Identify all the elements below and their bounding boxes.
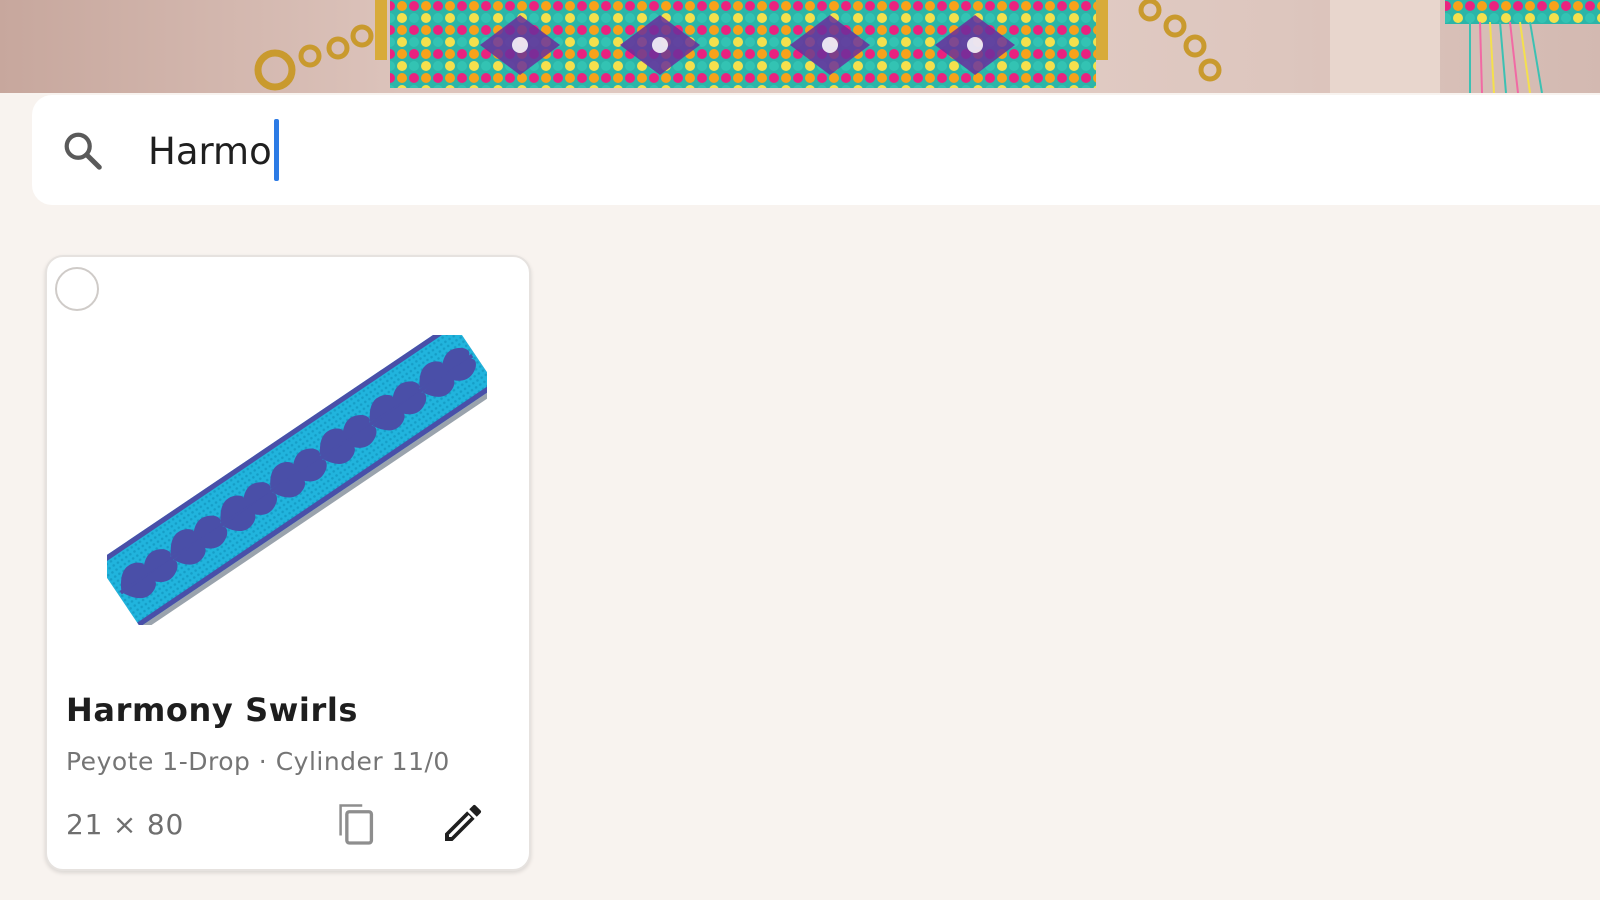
pattern-dimensions: 21 × 80 <box>66 808 185 841</box>
search-bar[interactable] <box>32 95 1600 205</box>
pattern-title: Harmony Swirls <box>66 691 359 729</box>
select-checkbox[interactable] <box>55 267 99 311</box>
pattern-card[interactable]: Harmony Swirls Peyote 1-Drop · Cylinder … <box>45 255 531 871</box>
hero-banner-image <box>0 0 1600 93</box>
text-caret <box>273 119 279 181</box>
copy-icon[interactable] <box>331 797 381 849</box>
pattern-subtitle: Peyote 1-Drop · Cylinder 11/0 <box>66 747 450 776</box>
search-icon <box>64 132 102 170</box>
search-input[interactable] <box>148 121 1348 181</box>
edit-icon[interactable] <box>439 799 487 847</box>
pattern-preview-image <box>107 335 487 625</box>
